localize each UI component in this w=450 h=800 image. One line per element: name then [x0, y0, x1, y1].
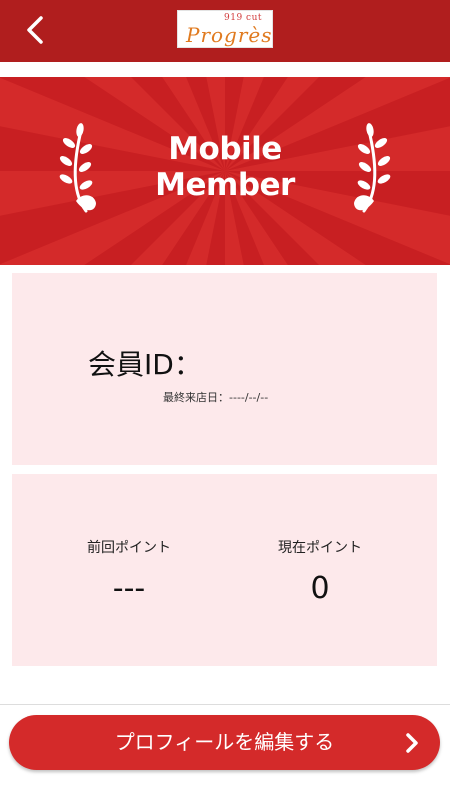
- last-visit-label: 最終来店日：: [163, 391, 229, 404]
- app-header: 919 cut Progrès: [0, 0, 450, 62]
- member-id-label: 会員ID：: [88, 348, 202, 381]
- chevron-left-icon: [27, 16, 43, 44]
- back-button[interactable]: [18, 12, 54, 48]
- brand-logo: 919 cut Progrès: [177, 10, 273, 48]
- points-card: 前回ポイント --- 現在ポイント 0: [12, 474, 437, 666]
- current-points: 現在ポイント 0: [230, 537, 410, 606]
- edit-profile-label: プロフィールを編集する: [114, 730, 335, 754]
- banner-title-line2: Member: [155, 167, 295, 203]
- banner-title: Mobile Member: [0, 131, 450, 203]
- logo-top-text: 919 cut: [224, 13, 262, 23]
- last-visit-row: 最終来店日：----/--/--: [163, 389, 268, 405]
- current-points-label: 現在ポイント: [278, 540, 362, 556]
- mobile-member-banner: Mobile Member: [0, 77, 450, 265]
- previous-points-label: 前回ポイント: [87, 540, 171, 556]
- chevron-right-icon: [406, 733, 418, 753]
- banner-title-line1: Mobile: [168, 131, 282, 167]
- current-points-value: 0: [310, 571, 330, 606]
- previous-points-value: ---: [112, 571, 146, 606]
- logo-main-text: Progrès: [186, 23, 273, 47]
- member-id-card: 会員ID： 最終来店日：----/--/--: [12, 273, 437, 465]
- last-visit-value: ----/--/--: [229, 391, 269, 404]
- divider: [0, 704, 450, 705]
- previous-points: 前回ポイント ---: [39, 537, 219, 606]
- edit-profile-button[interactable]: プロフィールを編集する: [9, 715, 440, 770]
